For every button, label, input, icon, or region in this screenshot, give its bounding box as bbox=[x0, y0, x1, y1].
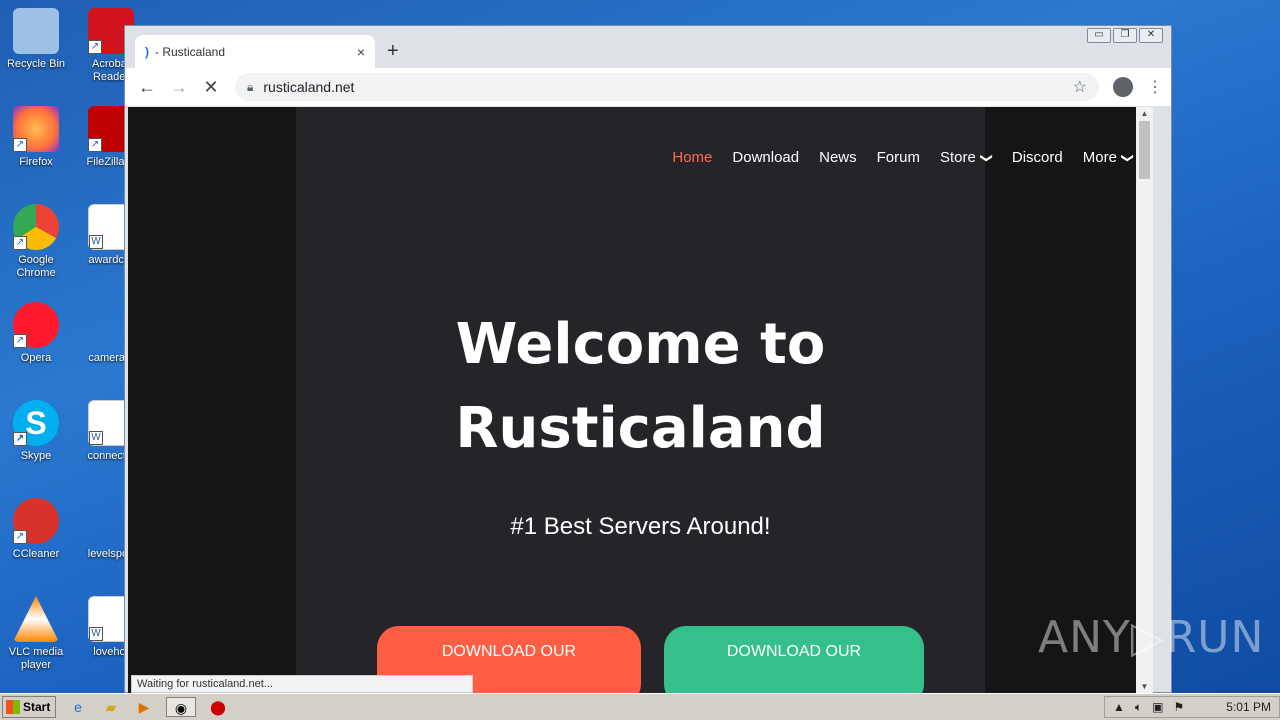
maximize-button[interactable]: ❐ bbox=[1113, 28, 1137, 43]
loading-spinner-icon: ) bbox=[145, 44, 149, 59]
minimize-button[interactable]: ▭ bbox=[1087, 28, 1111, 43]
desktop-icon-vlc[interactable]: VLC media player bbox=[1, 596, 71, 672]
desktop-icon-opera[interactable]: ↗ Opera bbox=[1, 302, 71, 365]
nav-download[interactable]: Download bbox=[732, 149, 799, 166]
browser-toolbar: ← → ✕ 🔒︎ rusticaland.net ☆ ⋮ bbox=[125, 68, 1171, 106]
nav-home[interactable]: Home bbox=[672, 149, 712, 166]
nav-discord[interactable]: Discord bbox=[1012, 149, 1063, 166]
download-button-secondary[interactable]: DOWNLOAD OUR bbox=[664, 626, 924, 693]
scrollbar-thumb[interactable] bbox=[1139, 121, 1150, 179]
window-controls: ▭ ❐ ✕ bbox=[1087, 28, 1163, 43]
status-bar: Waiting for rusticaland.net... bbox=[131, 675, 473, 693]
clock[interactable]: 5:01 PM bbox=[1226, 700, 1271, 714]
lock-icon: 🔒︎ bbox=[247, 79, 254, 94]
windows-logo-icon bbox=[6, 700, 20, 714]
volume-icon[interactable]: 🔈︎ bbox=[1135, 700, 1142, 715]
media-player-icon[interactable]: ▶ bbox=[133, 697, 155, 717]
desktop-icon-recycle-bin[interactable]: Recycle Bin bbox=[1, 8, 71, 71]
chrome-icon: ↗ bbox=[13, 204, 59, 250]
vertical-scrollbar[interactable]: ▲ ▼ bbox=[1136, 107, 1153, 693]
desktop-icon-firefox[interactable]: ↗ Firefox bbox=[1, 106, 71, 169]
stop-button[interactable]: ✕ bbox=[197, 77, 225, 98]
chevron-down-icon: ❯ bbox=[979, 152, 994, 164]
opera-icon: ↗ bbox=[13, 302, 59, 348]
desktop-icon-skype[interactable]: S ↗ Skype bbox=[1, 400, 71, 463]
ie-icon[interactable]: e bbox=[67, 697, 89, 717]
scroll-up-icon[interactable]: ▲ bbox=[1136, 109, 1153, 118]
start-label: Start bbox=[23, 700, 51, 714]
tray-expand-icon[interactable]: ▲ bbox=[1113, 700, 1125, 714]
chrome-taskbar-icon[interactable]: ◉ bbox=[166, 697, 196, 717]
network-icon[interactable]: ▣ bbox=[1152, 700, 1163, 714]
title-bar: ) - Rusticaland × + ▭ ❐ ✕ bbox=[125, 26, 1171, 68]
bookmark-star-icon[interactable]: ☆ bbox=[1073, 77, 1087, 97]
desktop-icon-chrome[interactable]: ↗ Google Chrome bbox=[1, 204, 71, 280]
url-text[interactable]: rusticaland.net bbox=[263, 79, 1072, 95]
close-window-button[interactable]: ✕ bbox=[1139, 28, 1163, 43]
back-button[interactable]: ← bbox=[133, 77, 161, 98]
firefox-icon: ↗ bbox=[13, 106, 59, 152]
tab-title: - Rusticaland bbox=[155, 44, 226, 59]
address-bar[interactable]: 🔒︎ rusticaland.net ☆ bbox=[235, 73, 1099, 101]
anyrun-watermark: ANY▷RUN bbox=[1038, 612, 1265, 663]
new-tab-button[interactable]: + bbox=[387, 40, 399, 63]
site-nav: Home Download News Forum Store ❯ Discord … bbox=[672, 149, 1135, 166]
nav-forum[interactable]: Forum bbox=[877, 149, 920, 166]
tab-close-icon[interactable]: × bbox=[357, 44, 365, 60]
hero-subtitle: #1 Best Servers Around! bbox=[510, 513, 771, 540]
vlc-icon bbox=[13, 596, 59, 642]
skype-icon: S ↗ bbox=[13, 400, 59, 446]
system-tray: ▲ 🔈︎ ▣ ⚑ 5:01 PM bbox=[1104, 696, 1280, 718]
browser-window: ) - Rusticaland × + ▭ ❐ ✕ ← → ✕ 🔒︎ rusti… bbox=[124, 25, 1172, 693]
opera-taskbar-icon[interactable]: ⬤ bbox=[207, 697, 229, 717]
page-viewport: Home Download News Forum Store ❯ Discord … bbox=[128, 107, 1153, 693]
nav-news[interactable]: News bbox=[819, 149, 857, 166]
profile-icon[interactable] bbox=[1113, 77, 1133, 97]
nav-store[interactable]: Store bbox=[940, 149, 976, 166]
flag-icon[interactable]: ⚑ bbox=[1173, 700, 1184, 714]
forward-button[interactable]: → bbox=[165, 77, 193, 98]
nav-more-group[interactable]: More ❯ bbox=[1083, 149, 1135, 166]
taskbar: Start e ▰ ▶ ◉ ⬤ ▲ 🔈︎ ▣ ⚑ 5:01 PM bbox=[0, 693, 1280, 720]
tab-rusticaland[interactable]: ) - Rusticaland × bbox=[135, 35, 375, 68]
explorer-icon[interactable]: ▰ bbox=[100, 697, 122, 717]
hero-title-line2: Rusticaland bbox=[455, 396, 826, 461]
ccleaner-icon: ↗ bbox=[13, 498, 59, 544]
chevron-down-icon: ❯ bbox=[1120, 152, 1135, 164]
nav-store-group[interactable]: Store ❯ bbox=[940, 149, 994, 166]
nav-more[interactable]: More bbox=[1083, 149, 1117, 166]
start-button[interactable]: Start bbox=[2, 696, 56, 718]
menu-icon[interactable]: ⋮ bbox=[1147, 77, 1163, 97]
hero-title-line1: Welcome to bbox=[455, 312, 826, 377]
recycle-bin-icon bbox=[13, 8, 59, 54]
hero-title: Welcome to Rusticaland bbox=[296, 303, 985, 471]
scroll-down-icon[interactable]: ▼ bbox=[1136, 682, 1153, 691]
desktop-icon-ccleaner[interactable]: ↗ CCleaner bbox=[1, 498, 71, 561]
